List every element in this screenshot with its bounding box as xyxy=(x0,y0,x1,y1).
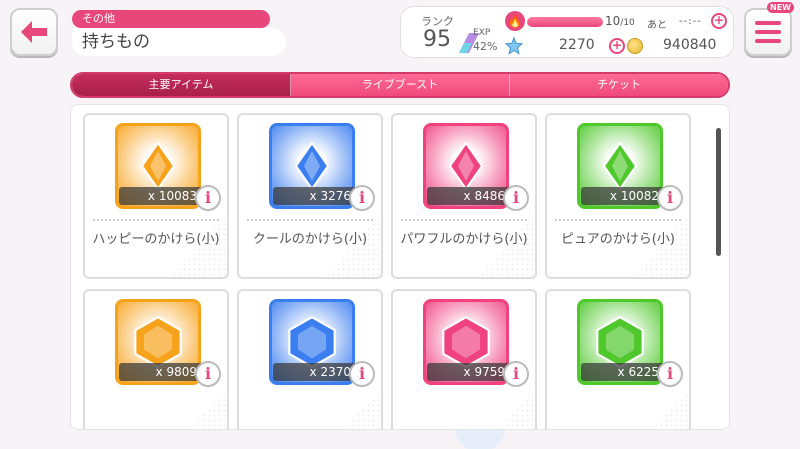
item-name: クールのかけら(小) xyxy=(252,232,368,247)
item-info-button[interactable]: i xyxy=(503,361,529,387)
status-panel: ランク 95 EXP 42% 🔥 10/10 あと --:-- + 2270 +… xyxy=(400,6,734,58)
stamina-bar xyxy=(527,17,603,27)
item-card[interactable]: x 9809 i xyxy=(83,289,229,429)
back-arrow-icon xyxy=(21,21,47,43)
menu-button[interactable]: NEW xyxy=(744,2,794,56)
items-panel: x 10083 i ハッピーのかけら(小) x 3276 i クールのかけら(小) x 84… xyxy=(70,104,730,430)
scrollbar[interactable] xyxy=(716,128,721,256)
menu-line xyxy=(755,39,781,43)
back-button[interactable] xyxy=(10,8,58,56)
item-info-button[interactable]: i xyxy=(657,185,683,211)
exp-percent: 42% xyxy=(473,40,498,53)
item-info-button[interactable]: i xyxy=(195,185,221,211)
rank-value: 95 xyxy=(423,27,451,52)
item-info-button[interactable]: i xyxy=(349,361,375,387)
item-divider xyxy=(555,219,681,221)
item-divider xyxy=(247,219,373,221)
exp-label: EXP xyxy=(473,28,491,38)
stamina-recovery-time: --:-- xyxy=(679,16,702,27)
item-name: ハッピーのかけら(小) xyxy=(92,232,220,247)
item-count: x 8486 xyxy=(427,187,513,205)
stamina-current: 10 xyxy=(605,14,621,28)
add-stars-button[interactable]: + xyxy=(609,38,625,54)
stamina-bar-fill xyxy=(527,17,603,27)
item-count: x 3276 xyxy=(273,187,359,205)
item-divider xyxy=(93,219,219,221)
item-info-button[interactable]: i xyxy=(657,361,683,387)
category-label: その他 xyxy=(72,10,270,28)
tab-tickets[interactable]: チケット xyxy=(510,74,728,96)
item-count: x 6225 xyxy=(581,363,667,381)
item-card[interactable]: x 10083 i ハッピーのかけら(小) xyxy=(83,113,229,279)
coin-icon xyxy=(627,38,643,54)
tab-live-boost[interactable]: ライブブースト xyxy=(291,74,510,96)
item-name: ピュアのかけら(小) xyxy=(561,232,675,247)
star-count: 2270 xyxy=(559,37,595,53)
item-count: x 10082 xyxy=(581,187,667,205)
item-count: x 10083 xyxy=(119,187,205,205)
item-card[interactable]: x 2370 i xyxy=(237,289,383,429)
item-card[interactable]: x 6225 i xyxy=(545,289,691,429)
item-card[interactable]: x 9759 i xyxy=(391,289,537,429)
page-title-box: その他 持ちもの xyxy=(72,10,286,56)
menu-line xyxy=(755,21,781,25)
stamina-flame-icon: 🔥 xyxy=(505,11,525,31)
item-info-button[interactable]: i xyxy=(195,361,221,387)
stamina-count: 10/10 xyxy=(605,14,635,28)
item-card[interactable]: x 8486 i パワフルのかけら(小) xyxy=(391,113,537,279)
item-info-button[interactable]: i xyxy=(503,185,529,211)
stamina-remaining-label: あと xyxy=(647,20,667,31)
item-card[interactable]: x 10082 i ピュアのかけら(小) xyxy=(545,113,691,279)
item-name: パワフルのかけら(小) xyxy=(400,232,528,247)
item-divider xyxy=(401,219,527,221)
item-category-tabs: 主要アイテム ライブブースト チケット xyxy=(70,72,730,98)
add-stamina-button[interactable]: + xyxy=(711,13,727,29)
item-count: x 9809 xyxy=(119,363,205,381)
tab-main-items[interactable]: 主要アイテム xyxy=(72,74,291,96)
coin-count: 940840 xyxy=(663,37,717,53)
star-gem-icon xyxy=(505,37,523,55)
item-count: x 9759 xyxy=(427,363,513,381)
stamina-max: /10 xyxy=(620,18,635,28)
item-info-button[interactable]: i xyxy=(349,185,375,211)
menu-line xyxy=(755,30,781,34)
new-badge: NEW xyxy=(767,2,794,13)
item-count: x 2370 xyxy=(273,363,359,381)
page-title: 持ちもの xyxy=(72,28,286,56)
item-card[interactable]: x 3276 i クールのかけら(小) xyxy=(237,113,383,279)
